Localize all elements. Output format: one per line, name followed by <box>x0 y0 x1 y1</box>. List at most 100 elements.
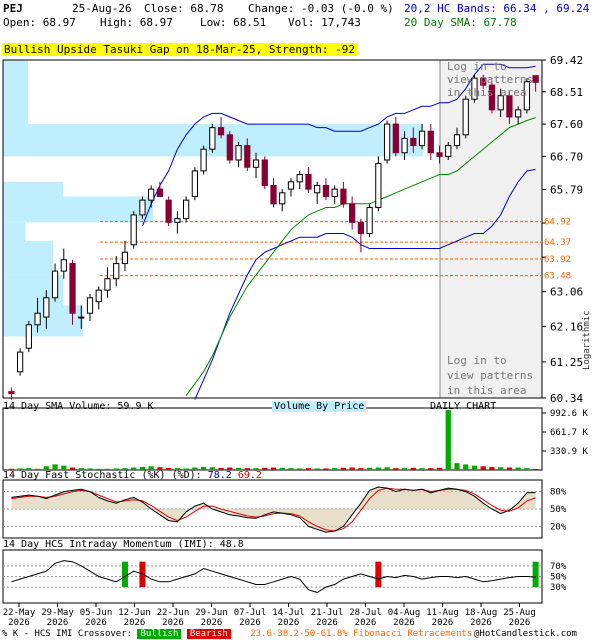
volume-title: 14 Day SMA Volume: 59.9 K <box>3 401 154 412</box>
stoch-k-value: 78.2 <box>207 470 232 481</box>
candle-body <box>532 75 539 83</box>
x-tick-label: 2026 <box>85 618 107 628</box>
candle-body <box>78 316 85 319</box>
close-value: Close: 68.78 <box>144 2 224 15</box>
volume-bar <box>323 468 329 470</box>
candle-body <box>357 221 364 235</box>
footer-legend: % K - HCS IMI Crossover: Bullish Bearish… <box>2 629 472 639</box>
volume-tick-label: 992.6 K <box>550 409 589 419</box>
volume-bar <box>270 467 277 470</box>
copyright[interactable]: @HotCandlestick.com <box>474 629 577 639</box>
x-tick-label: 2026 <box>316 618 338 628</box>
candle-body <box>34 312 41 326</box>
low-value: Low: 68.51 <box>200 16 267 29</box>
open-value: Open: 68.97 <box>3 16 76 29</box>
candle-body <box>314 184 321 194</box>
candle-body <box>244 145 251 168</box>
candle-body <box>174 218 181 223</box>
volume-tick-label: 330.9 K <box>550 447 589 457</box>
volume-bar <box>506 467 513 470</box>
candle-body <box>270 184 277 205</box>
bands-value: 20,2 HC Bands: 66.34 , 69.24 <box>404 2 590 15</box>
candle-body <box>279 192 286 205</box>
login-line: view patterns <box>447 369 534 382</box>
volume-bar <box>358 468 364 470</box>
x-tick-label: 2026 <box>355 618 377 628</box>
y-tick-label: 62.16 <box>550 320 583 333</box>
y-tick-label: 67.60 <box>550 118 583 131</box>
pattern-banner: Bullish Upside Tasuki Gap on 18-Mar-25, … <box>2 43 357 56</box>
daily-chart-label: DAILY CHART <box>430 401 497 412</box>
crossover-marker <box>532 561 539 588</box>
candle-body <box>515 109 522 118</box>
volume-bar <box>524 468 530 470</box>
volume-bar <box>471 465 478 470</box>
login-overlay-top[interactable]: Log in to view patterns in this area <box>447 60 533 99</box>
login-overlay-bottom[interactable]: Log in to view patterns in this area <box>447 353 533 398</box>
imi-title: 14 Day HCS Intraday Momentum (IMI): 48.8 <box>3 539 244 550</box>
candle-body <box>16 351 24 373</box>
candle-body <box>200 148 207 172</box>
imi-tick-label: 50% <box>550 573 567 583</box>
candle-body <box>130 214 137 246</box>
stoch-tick-label: 20% <box>550 522 567 532</box>
stoch-tick-label: 80% <box>550 488 567 498</box>
candle-body <box>226 134 233 161</box>
candle-body <box>86 297 94 314</box>
volume-bar <box>375 467 381 470</box>
x-tick-label: 2026 <box>47 618 69 628</box>
x-tick-label: 22-May <box>3 608 36 618</box>
volume-by-price-bar <box>3 196 153 223</box>
x-tick-label: 12-Jun <box>118 608 151 618</box>
volume-by-price-bar <box>3 240 53 275</box>
stoch-tick-label: 50% <box>550 505 567 515</box>
x-tick-label: 14-Jul <box>272 608 305 618</box>
x-tick-label: 21-Jul <box>311 608 344 618</box>
stoch-d-value: 69.2 <box>237 470 262 481</box>
candle-body <box>349 203 356 223</box>
candle-body <box>375 163 382 209</box>
sma-value: 20 Day SMA: 67.78 <box>404 16 517 29</box>
volume-bar <box>340 467 347 470</box>
x-tick-label: 07-Jul <box>234 608 267 618</box>
candle-body <box>305 174 312 190</box>
candle-body <box>121 251 129 265</box>
candle-body <box>322 184 330 197</box>
volume-bar <box>445 410 451 470</box>
x-tick-label: 2026 <box>432 618 454 628</box>
fib-label: 64.37 <box>544 238 571 248</box>
volume-tick-label: 661.7 K <box>550 428 589 438</box>
login-line: in this area <box>447 384 527 397</box>
copyright-text: @HotCandlestick.com <box>474 629 577 639</box>
candle-body <box>287 181 295 190</box>
candle-body <box>462 98 469 136</box>
candle-body <box>252 159 260 168</box>
stoch-title: 14 Day Fast Stochastic (%K) (%D): 78.2 6… <box>3 470 262 481</box>
crossover-marker <box>121 561 128 588</box>
candle-body <box>366 207 373 235</box>
candle-body <box>427 130 434 154</box>
candle-body <box>401 137 408 154</box>
volume-bar <box>480 466 486 470</box>
volume-bar <box>314 468 320 470</box>
stoch-fill <box>11 487 536 533</box>
crossover-marker <box>375 561 382 588</box>
y-tick-label: 69.42 <box>550 54 583 67</box>
quote-date: 25-Aug-26 <box>72 2 132 15</box>
login-line: Log in to <box>447 354 507 367</box>
candle-body <box>217 127 225 136</box>
login-line: in this area <box>447 86 527 99</box>
candle-body <box>183 199 190 220</box>
volume-bar <box>419 468 425 470</box>
x-tick-label: 28-Jul <box>349 608 382 618</box>
x-tick-label: 2026 <box>8 618 30 628</box>
candle-body <box>383 123 391 161</box>
candle-body <box>235 145 242 161</box>
candle-body <box>445 145 452 157</box>
volume-bar <box>393 468 399 470</box>
x-tick-label: 2026 <box>239 618 261 628</box>
candle-body <box>340 188 347 205</box>
legend-bullish: Bullish <box>137 629 182 639</box>
volume-by-price-bar <box>3 60 28 125</box>
volume-bar <box>463 464 469 470</box>
